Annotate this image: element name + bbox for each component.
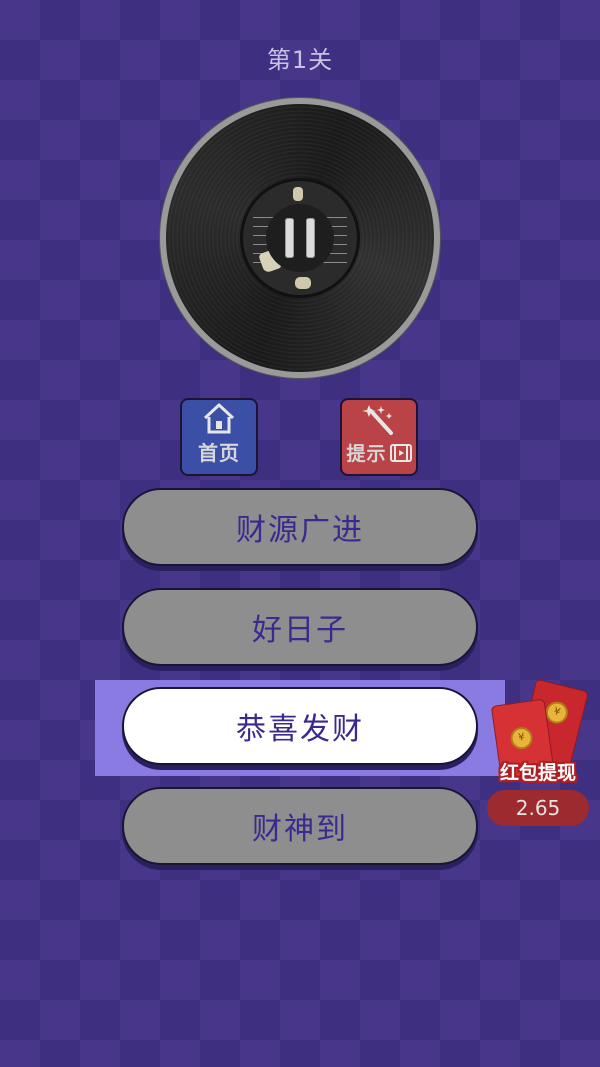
vinyl-record[interactable] [160, 98, 440, 378]
video-icon [389, 443, 412, 462]
answer-option-1[interactable]: 财源广进 [122, 488, 478, 566]
red-packet-withdraw[interactable]: ¥ ¥ 红包提现 2.65 [486, 678, 590, 827]
answer-option-4[interactable]: 财神到 [122, 787, 478, 865]
home-button[interactable]: 首页 [180, 398, 258, 476]
home-button-label: 首页 [198, 441, 240, 465]
answer-option-3[interactable]: 恭喜发财 [122, 687, 478, 765]
hint-button-label: 提示 [346, 443, 387, 465]
coin-icon: ¥ [509, 725, 535, 751]
record-disc [166, 104, 434, 372]
magic-wand-icon [362, 405, 393, 435]
pause-icon [285, 218, 294, 258]
red-packet-amount: 2.65 [487, 790, 589, 826]
red-packet-label: 红包提现 [499, 762, 576, 784]
answer-option-2[interactable]: 好日子 [122, 588, 478, 666]
pause-button[interactable] [266, 204, 334, 272]
level-title: 第1关 [266, 46, 334, 74]
home-icon [203, 403, 235, 434]
hint-button[interactable]: 提示 [340, 398, 418, 476]
